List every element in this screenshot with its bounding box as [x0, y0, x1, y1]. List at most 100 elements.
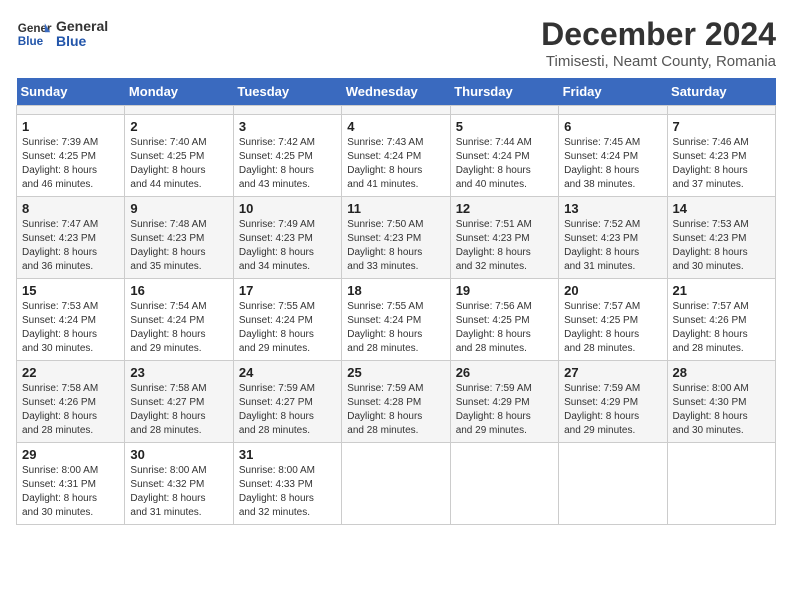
day-number: 7 — [673, 119, 770, 134]
calendar-week-row: 29Sunrise: 8:00 AM Sunset: 4:31 PM Dayli… — [17, 443, 776, 525]
day-number: 26 — [456, 365, 553, 380]
day-number: 16 — [130, 283, 227, 298]
calendar-cell: 19Sunrise: 7:56 AM Sunset: 4:25 PM Dayli… — [450, 279, 558, 361]
calendar-cell — [17, 106, 125, 115]
col-header-saturday: Saturday — [667, 78, 775, 106]
day-info: Sunrise: 7:57 AM Sunset: 4:26 PM Dayligh… — [673, 300, 770, 356]
calendar-cell: 17 Sunrise: 7:55 AM Sunset: 4:24 PM Dayli… — [233, 279, 341, 361]
day-number: 30 — [130, 447, 227, 462]
day-info: Sunrise: 7:48 AM Sunset: 4:23 PM Dayligh… — [130, 218, 227, 274]
day-number: 25 — [347, 365, 444, 380]
day-info: Sunrise: 7:39 AM Sunset: 4:25 PM Dayligh… — [22, 136, 119, 192]
day-number: 12 — [456, 201, 553, 216]
logo-line1: General — [56, 19, 108, 34]
calendar-week-row — [17, 106, 776, 115]
calendar-cell: 4 Sunrise: 7:43 AM Sunset: 4:24 PM Daylig… — [342, 115, 450, 197]
day-number: 2 — [130, 119, 227, 134]
day-number: 3 — [239, 119, 336, 134]
day-number: 1 — [22, 119, 119, 134]
day-number: 10 — [239, 201, 336, 216]
calendar-cell — [233, 106, 341, 115]
calendar-cell — [450, 443, 558, 525]
day-number: 13 — [564, 201, 661, 216]
calendar-cell — [559, 106, 667, 115]
calendar-cell — [342, 443, 450, 525]
calendar-cell: 30 Sunrise: 8:00 AM Sunset: 4:32 PM Dayli… — [125, 443, 233, 525]
day-number: 19 — [456, 283, 553, 298]
page-header: General Blue General Blue December 2024 … — [16, 16, 776, 70]
day-number: 11 — [347, 201, 444, 216]
col-header-sunday: Sunday — [17, 78, 125, 106]
col-header-monday: Monday — [125, 78, 233, 106]
day-info: Sunrise: 7:55 AM Sunset: 4:24 PM Dayligh… — [239, 300, 336, 356]
day-info: Sunrise: 7:45 AM Sunset: 4:24 PM Dayligh… — [564, 136, 661, 192]
calendar-cell — [667, 443, 775, 525]
day-info: Sunrise: 8:00 AM Sunset: 4:33 PM Dayligh… — [239, 464, 336, 520]
calendar-cell: 23Sunrise: 7:58 AM Sunset: 4:27 PM Dayli… — [125, 361, 233, 443]
day-info: Sunrise: 7:52 AM Sunset: 4:23 PM Dayligh… — [564, 218, 661, 274]
calendar-cell: 21 Sunrise: 7:57 AM Sunset: 4:26 PM Dayli… — [667, 279, 775, 361]
subtitle: Timisesti, Neamt County, Romania — [541, 53, 776, 70]
day-number: 24 — [239, 365, 336, 380]
calendar-cell: 13 Sunrise: 7:52 AM Sunset: 4:23 PM Dayli… — [559, 197, 667, 279]
day-info: Sunrise: 7:59 AM Sunset: 4:27 PM Dayligh… — [239, 382, 336, 438]
day-info: Sunrise: 7:51 AM Sunset: 4:23 PM Dayligh… — [456, 218, 553, 274]
calendar-cell — [667, 106, 775, 115]
calendar-cell: 2 Sunrise: 7:40 AM Sunset: 4:25 PM Daylig… — [125, 115, 233, 197]
calendar-cell: 10Sunrise: 7:49 AM Sunset: 4:23 PM Dayli… — [233, 197, 341, 279]
day-info: Sunrise: 7:59 AM Sunset: 4:29 PM Dayligh… — [564, 382, 661, 438]
calendar-cell: 8 Sunrise: 7:47 AM Sunset: 4:23 PM Daylig… — [17, 197, 125, 279]
calendar-cell: 12 Sunrise: 7:51 AM Sunset: 4:23 PM Dayli… — [450, 197, 558, 279]
calendar-cell: 28Sunrise: 8:00 AM Sunset: 4:30 PM Dayli… — [667, 361, 775, 443]
day-info: Sunrise: 7:59 AM Sunset: 4:29 PM Dayligh… — [456, 382, 553, 438]
day-info: Sunrise: 7:50 AM Sunset: 4:23 PM Dayligh… — [347, 218, 444, 274]
col-header-thursday: Thursday — [450, 78, 558, 106]
day-info: Sunrise: 8:00 AM Sunset: 4:31 PM Dayligh… — [22, 464, 119, 520]
calendar-cell — [125, 106, 233, 115]
day-info: Sunrise: 8:00 AM Sunset: 4:32 PM Dayligh… — [130, 464, 227, 520]
day-number: 21 — [673, 283, 770, 298]
calendar-week-row: 1 Sunrise: 7:39 AM Sunset: 4:25 PM Daylig… — [17, 115, 776, 197]
calendar-cell: 16Sunrise: 7:54 AM Sunset: 4:24 PM Dayli… — [125, 279, 233, 361]
col-header-tuesday: Tuesday — [233, 78, 341, 106]
day-info: Sunrise: 7:58 AM Sunset: 4:26 PM Dayligh… — [22, 382, 119, 438]
logo: General Blue General Blue — [16, 16, 108, 52]
day-number: 22 — [22, 365, 119, 380]
day-number: 8 — [22, 201, 119, 216]
calendar-cell: 11 Sunrise: 7:50 AM Sunset: 4:23 PM Dayli… — [342, 197, 450, 279]
day-info: Sunrise: 7:44 AM Sunset: 4:24 PM Dayligh… — [456, 136, 553, 192]
logo-text: General Blue — [56, 19, 108, 50]
day-number: 4 — [347, 119, 444, 134]
calendar-cell: 31Sunrise: 8:00 AM Sunset: 4:33 PM Dayli… — [233, 443, 341, 525]
day-number: 15 — [22, 283, 119, 298]
svg-text:Blue: Blue — [18, 35, 44, 48]
day-number: 23 — [130, 365, 227, 380]
day-number: 27 — [564, 365, 661, 380]
calendar-cell — [559, 443, 667, 525]
day-info: Sunrise: 7:53 AM Sunset: 4:24 PM Dayligh… — [22, 300, 119, 356]
day-info: Sunrise: 7:43 AM Sunset: 4:24 PM Dayligh… — [347, 136, 444, 192]
calendar-table: SundayMondayTuesdayWednesdayThursdayFrid… — [16, 78, 776, 525]
day-info: Sunrise: 7:59 AM Sunset: 4:28 PM Dayligh… — [347, 382, 444, 438]
title-section: December 2024 Timisesti, Neamt County, R… — [541, 16, 776, 70]
day-number: 5 — [456, 119, 553, 134]
calendar-cell: 9 Sunrise: 7:48 AM Sunset: 4:23 PM Daylig… — [125, 197, 233, 279]
day-info: Sunrise: 7:40 AM Sunset: 4:25 PM Dayligh… — [130, 136, 227, 192]
calendar-cell: 18Sunrise: 7:55 AM Sunset: 4:24 PM Dayli… — [342, 279, 450, 361]
day-info: Sunrise: 7:47 AM Sunset: 4:23 PM Dayligh… — [22, 218, 119, 274]
logo-icon: General Blue — [16, 16, 52, 52]
calendar-cell: 22 Sunrise: 7:58 AM Sunset: 4:26 PM Dayli… — [17, 361, 125, 443]
day-number: 14 — [673, 201, 770, 216]
day-info: Sunrise: 7:46 AM Sunset: 4:23 PM Dayligh… — [673, 136, 770, 192]
day-info: Sunrise: 7:57 AM Sunset: 4:25 PM Dayligh… — [564, 300, 661, 356]
calendar-cell: 26 Sunrise: 7:59 AM Sunset: 4:29 PM Dayli… — [450, 361, 558, 443]
day-info: Sunrise: 7:53 AM Sunset: 4:23 PM Dayligh… — [673, 218, 770, 274]
day-number: 9 — [130, 201, 227, 216]
calendar-cell: 24 Sunrise: 7:59 AM Sunset: 4:27 PM Dayli… — [233, 361, 341, 443]
calendar-cell — [342, 106, 450, 115]
calendar-week-row: 8 Sunrise: 7:47 AM Sunset: 4:23 PM Daylig… — [17, 197, 776, 279]
logo-line2: Blue — [56, 34, 108, 49]
calendar-cell: 7 Sunrise: 7:46 AM Sunset: 4:23 PM Daylig… — [667, 115, 775, 197]
day-number: 17 — [239, 283, 336, 298]
calendar-cell: 6Sunrise: 7:45 AM Sunset: 4:24 PM Daylig… — [559, 115, 667, 197]
